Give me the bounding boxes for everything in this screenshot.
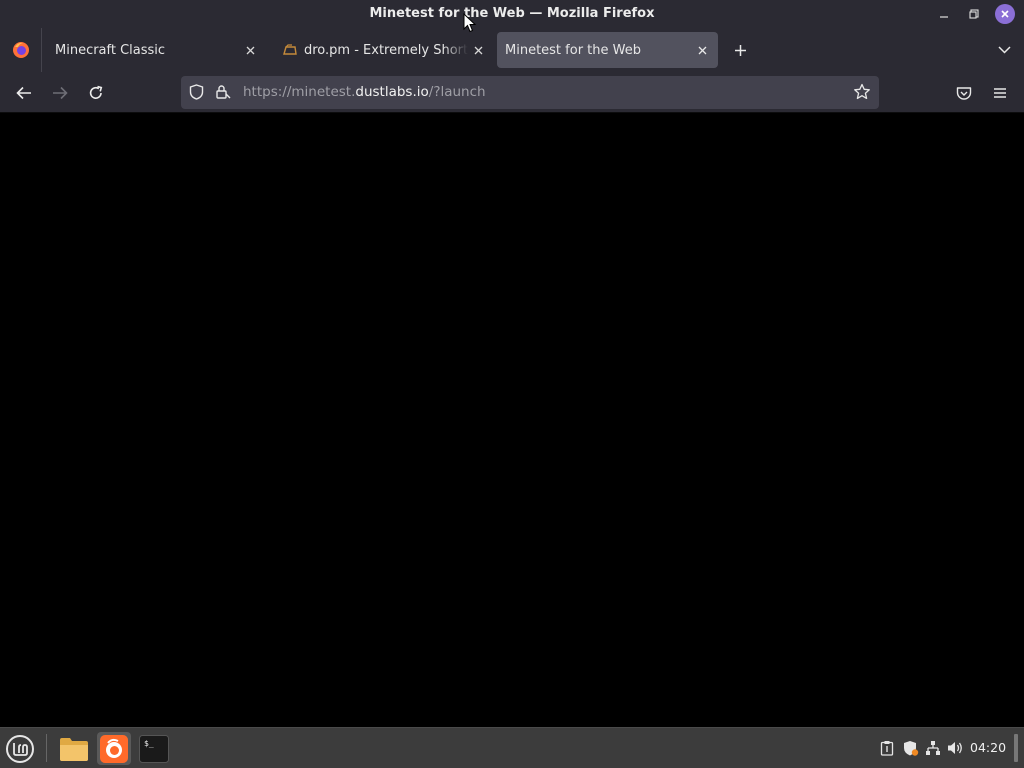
url-text[interactable]: https://minetest.dustlabs.io/?launch xyxy=(243,84,486,100)
back-arrow-icon xyxy=(16,86,31,100)
pocket-button[interactable] xyxy=(951,80,977,106)
tab-label: Minecraft Classic xyxy=(55,42,166,58)
terminal-icon: $_ xyxy=(139,734,169,763)
chevron-down-icon xyxy=(997,46,1011,54)
minimize-button[interactable] xyxy=(934,4,954,24)
list-all-tabs-button[interactable] xyxy=(992,38,1016,62)
clipboard-icon xyxy=(880,741,894,756)
clock[interactable]: 04:20 xyxy=(970,740,1006,755)
firefox-launcher[interactable] xyxy=(97,732,131,765)
lock-icon[interactable] xyxy=(215,84,231,100)
window-titlebar[interactable]: Minetest for the Web — Mozilla Firefox xyxy=(0,0,1024,28)
tab-close-button[interactable] xyxy=(692,40,712,60)
app-menu-button[interactable] xyxy=(987,80,1013,106)
back-button[interactable] xyxy=(11,80,37,106)
firefox-view-button[interactable] xyxy=(0,28,42,72)
files-launcher[interactable] xyxy=(57,732,91,765)
minimize-icon xyxy=(940,16,948,18)
firefox-icon xyxy=(100,734,128,763)
shield-update-icon xyxy=(903,740,918,756)
reload-button[interactable] xyxy=(83,80,109,106)
web-content-area[interactable] xyxy=(0,113,1024,727)
plus-icon xyxy=(734,44,746,56)
taskbar: $_ 04:20 xyxy=(0,727,1024,768)
linux-mint-logo-icon xyxy=(6,735,34,763)
volume-icon xyxy=(947,742,962,754)
tab-close-button[interactable] xyxy=(240,40,260,60)
tab-minetest-for-the-web[interactable]: Minetest for the Web xyxy=(497,32,718,68)
svg-text:$_: $_ xyxy=(144,739,154,748)
reload-icon xyxy=(89,85,103,99)
network-icon xyxy=(926,741,940,755)
tab-strip: Minecraft Classic dro.pm - Extremely Sho… xyxy=(0,28,1024,72)
new-tab-button[interactable] xyxy=(728,38,752,62)
maximize-icon xyxy=(969,9,979,19)
volume-tray[interactable] xyxy=(946,739,964,757)
close-icon xyxy=(474,46,482,54)
dro-pm-favicon-icon xyxy=(282,42,298,58)
shield-icon[interactable] xyxy=(189,84,204,100)
close-icon xyxy=(698,46,706,54)
close-window-button[interactable] xyxy=(995,4,1015,24)
star-icon[interactable] xyxy=(853,83,871,101)
forward-arrow-icon xyxy=(53,86,68,100)
pocket-icon xyxy=(956,86,972,100)
folder-icon xyxy=(60,737,88,761)
terminal-launcher[interactable]: $_ xyxy=(137,732,171,765)
address-bar[interactable]: https://minetest.dustlabs.io/?launch xyxy=(181,76,879,109)
forward-button[interactable] xyxy=(47,80,73,106)
update-manager-tray[interactable] xyxy=(901,739,919,757)
tab-label: Minetest for the Web xyxy=(505,42,641,58)
maximize-button[interactable] xyxy=(964,4,984,24)
window-title: Minetest for the Web — Mozilla Firefox xyxy=(369,6,655,21)
mint-menu-button[interactable] xyxy=(4,733,36,765)
clipboard-tray[interactable] xyxy=(878,739,896,757)
close-icon xyxy=(246,46,254,54)
tab-minecraft-classic[interactable]: Minecraft Classic xyxy=(44,32,266,68)
url-host: dustlabs.io xyxy=(355,84,429,100)
network-tray[interactable] xyxy=(924,739,942,757)
url-suffix: /?launch xyxy=(428,84,486,100)
firefox-icon xyxy=(12,42,29,58)
tab-close-button[interactable] xyxy=(468,40,488,60)
show-desktop-button[interactable] xyxy=(1014,734,1018,762)
navigation-toolbar: https://minetest.dustlabs.io/?launch xyxy=(0,72,1024,113)
hamburger-icon xyxy=(994,88,1006,98)
url-prefix: https://minetest. xyxy=(243,84,356,100)
tab-label: dro.pm - Extremely Short URLs xyxy=(304,42,468,58)
mouse-cursor-icon xyxy=(463,13,477,33)
taskbar-separator xyxy=(46,734,47,762)
close-icon xyxy=(1001,10,1009,18)
tab-dro-pm[interactable]: dro.pm - Extremely Short URLs xyxy=(272,32,494,68)
